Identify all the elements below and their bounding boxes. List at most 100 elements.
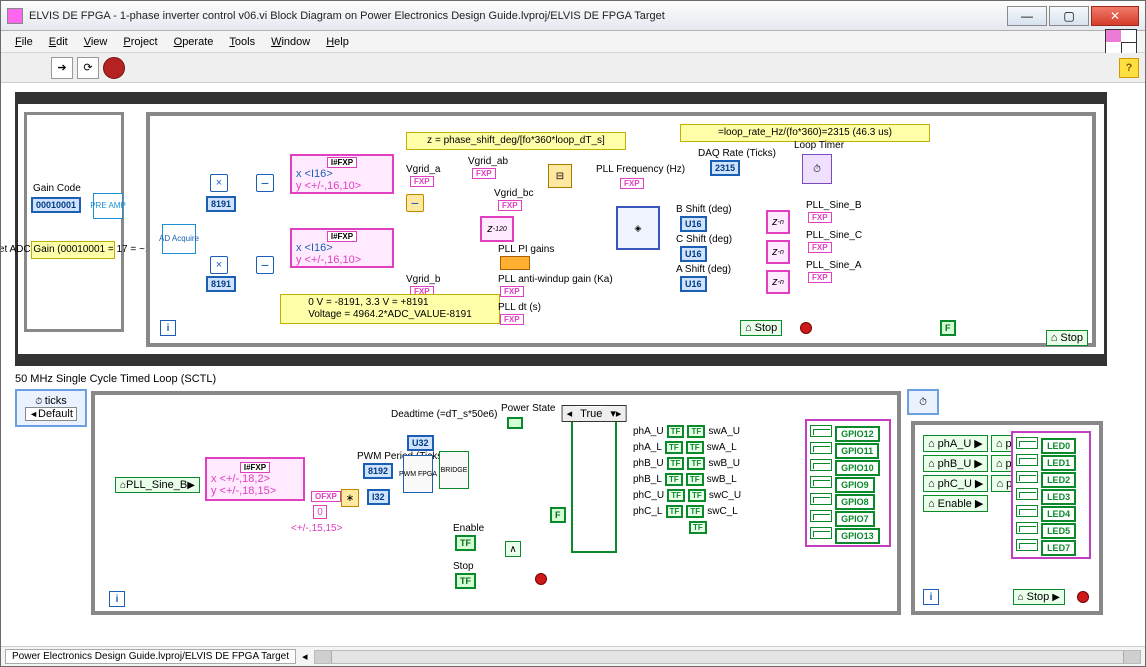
fxp-convert-a[interactable]: I#FXP x <I16> y <+/-,16,10> (290, 154, 394, 194)
daq-rate-control[interactable]: 2315 (710, 160, 740, 176)
case-selector[interactable]: ◂True▾▸ (562, 405, 627, 422)
pll-dt-control[interactable]: FXP (500, 314, 524, 325)
stop-local-upper[interactable]: ⌂Stop (740, 320, 782, 336)
subtract-a[interactable]: − (256, 174, 274, 192)
pwm-fpga-subvi[interactable]: PWM FPGA (403, 455, 433, 493)
context-help-button[interactable]: ? (1119, 58, 1139, 78)
preamp-subvi[interactable]: PRE AMP (93, 193, 123, 219)
phase-col: phA_U TF TF swA_U phA_L TF TF swA_L phB_… (633, 425, 741, 537)
abort-button[interactable] (103, 57, 125, 79)
gpio-io-node[interactable]: GPIO12 GPIO11 GPIO10 GPIO9 GPIO8 GPIO7 G… (805, 419, 891, 547)
loop-timer-subvi[interactable]: ⏱ (802, 154, 832, 184)
run-continuous-button[interactable]: ⟳ (77, 57, 99, 79)
stop-label: Stop (453, 561, 474, 572)
maximize-button[interactable]: ▢ (1049, 6, 1089, 26)
and-node[interactable]: ∧ (505, 541, 521, 557)
sctl-config[interactable]: ⏱ ticks ◄Default (15, 389, 87, 427)
c-shift-label: C Shift (deg) (676, 234, 732, 245)
c-shift-control[interactable]: U16 (680, 246, 707, 262)
ad-acquire-subvi[interactable]: AD Acquire (162, 224, 196, 254)
menu-view[interactable]: View (78, 34, 114, 50)
menu-project[interactable]: Project (117, 34, 163, 50)
subtract-b[interactable]: − (256, 256, 274, 274)
stop-cond-upper[interactable] (800, 322, 812, 334)
precision-label: <+/-,15,15> (291, 523, 342, 534)
pll-sine-c-label: PLL_Sine_C (806, 230, 862, 241)
pll-subvi[interactable]: ◈ (616, 206, 660, 250)
menu-file[interactable]: File (9, 34, 39, 50)
stop-control[interactable]: TF (455, 573, 476, 589)
ifxp-tag-a: I#FXP (327, 157, 357, 168)
zn-b[interactable]: z-n (766, 210, 790, 234)
multiply-a[interactable]: × (210, 174, 228, 192)
bd-canvas[interactable]: Gain Code 00010001 PRE AMP Set ADC Gain … (1, 83, 1145, 646)
pll-anti-control[interactable]: FXP (500, 286, 524, 297)
bridge-subvi[interactable]: BRIDGE (439, 451, 469, 489)
menu-tools[interactable]: Tools (223, 34, 261, 50)
pll-anti-label: PLL anti-windup gain (Ka) (498, 274, 613, 285)
titlebar: ELVIS DE FPGA - 1-phase inverter control… (1, 1, 1145, 31)
pll-sine-c-ind: FXP (808, 242, 832, 253)
menu-operate[interactable]: Operate (168, 34, 220, 50)
power-state-ind[interactable] (507, 417, 523, 429)
daq-rate-label: DAQ Rate (Ticks) (698, 148, 776, 159)
timed-loop-upper[interactable]: Gain Code 00010001 PRE AMP Set ADC Gain … (15, 101, 1107, 357)
led-io-node[interactable]: LED0 LED1 LED2 LED3 LED4 LED5 LED7 (1011, 431, 1091, 559)
stop-cond-sctl[interactable] (535, 573, 547, 585)
vgrid-ab-ind: FXP (472, 168, 496, 179)
toolbar: ➔ ⟳ ? (1, 53, 1145, 83)
menu-window[interactable]: Window (265, 34, 316, 50)
run-button[interactable]: ➔ (51, 57, 73, 79)
b-shift-control[interactable]: U16 (680, 216, 707, 232)
phase-comment: z = phase_shift_deg/[fo*360*loop_dT_s] (406, 132, 626, 150)
zn-c[interactable]: z-n (766, 240, 790, 264)
local-pha-u[interactable]: ⌂phA_U▶ (923, 435, 988, 452)
iteration-i-led: i (923, 589, 939, 605)
pwm-period-control[interactable]: 8192 (363, 463, 393, 479)
vgrid-bc-label: Vgrid_bc (494, 188, 533, 199)
sctl-main-frame: i ⌂PLL_Sine_B▶ I#FXP x <+/-,18,2> y <+/-… (91, 391, 901, 615)
local-phc-u[interactable]: ⌂phC_U▶ (923, 475, 988, 492)
pll-freq-label: PLL Frequency (Hz) (596, 164, 685, 175)
sctl-end-clock-icon: ⏱ (907, 389, 939, 415)
stop-cond-led[interactable] (1077, 591, 1089, 603)
enable-control[interactable]: TF (455, 535, 476, 551)
fxp-convert-b[interactable]: I#FXP x <I16> y <+/-,16,10> (290, 228, 394, 268)
gain-code-control[interactable]: 00010001 (31, 197, 81, 213)
delay-z120[interactable]: z-120 (480, 216, 514, 242)
zn-a[interactable]: z-n (766, 270, 790, 294)
z120-exp: -120 (493, 226, 507, 233)
stop-local-outer[interactable]: ⌂Stop (1046, 330, 1088, 346)
pll-freq-ind: FXP (620, 178, 644, 189)
menu-edit[interactable]: Edit (43, 34, 74, 50)
vgrid-ab-label: Vgrid_ab (468, 156, 508, 167)
multiply-b[interactable]: × (210, 256, 228, 274)
h-scrollbar[interactable] (314, 650, 1141, 664)
path-chevron-icon[interactable]: ◂ (302, 650, 308, 663)
connector-pane-icon[interactable] (1105, 29, 1137, 55)
bundle-node[interactable]: ⊟ (548, 164, 572, 188)
minimize-button[interactable]: — (1007, 6, 1047, 26)
close-button[interactable]: ✕ (1091, 6, 1139, 26)
pll-pi-label: PLL PI gains (498, 244, 554, 255)
local-enable[interactable]: ⌂Enable▶ (923, 495, 988, 512)
fxp-convert-bot[interactable]: I#FXP x <+/-,18,2> y <+/-,18,15> (205, 457, 305, 501)
deadtime-control[interactable]: U32 (407, 435, 434, 451)
loop-timer-label: Loop Timer (794, 140, 844, 151)
y-type-a: y <+/-,16,10> (296, 180, 361, 192)
pll-sine-b-local[interactable]: ⌂PLL_Sine_B▶ (115, 477, 200, 493)
local-phb-u[interactable]: ⌂phB_U▶ (923, 455, 988, 472)
menu-help[interactable]: Help (320, 34, 355, 50)
project-path[interactable]: Power Electronics Design Guide.lvproj/EL… (5, 649, 296, 664)
deadtime-label: Deadtime (=dT_s*50e6) (391, 409, 497, 420)
iteration-i-sctl: i (109, 591, 125, 607)
case-structure[interactable]: ◂True▾▸ (571, 413, 617, 553)
voltage-comment: 0 V = -8191, 3.3 V = +8191 Voltage = 496… (280, 294, 500, 324)
subtract-ab[interactable]: − (406, 194, 424, 212)
pll-pi-control[interactable] (500, 256, 530, 270)
window-title: ELVIS DE FPGA - 1-phase inverter control… (29, 10, 1007, 22)
stop-local-led[interactable]: ⌂Stop▶ (1013, 589, 1065, 605)
a-shift-control[interactable]: U16 (680, 276, 707, 292)
convert-node[interactable]: ∗ (341, 489, 359, 507)
const-8191-b: 8191 (206, 276, 236, 292)
